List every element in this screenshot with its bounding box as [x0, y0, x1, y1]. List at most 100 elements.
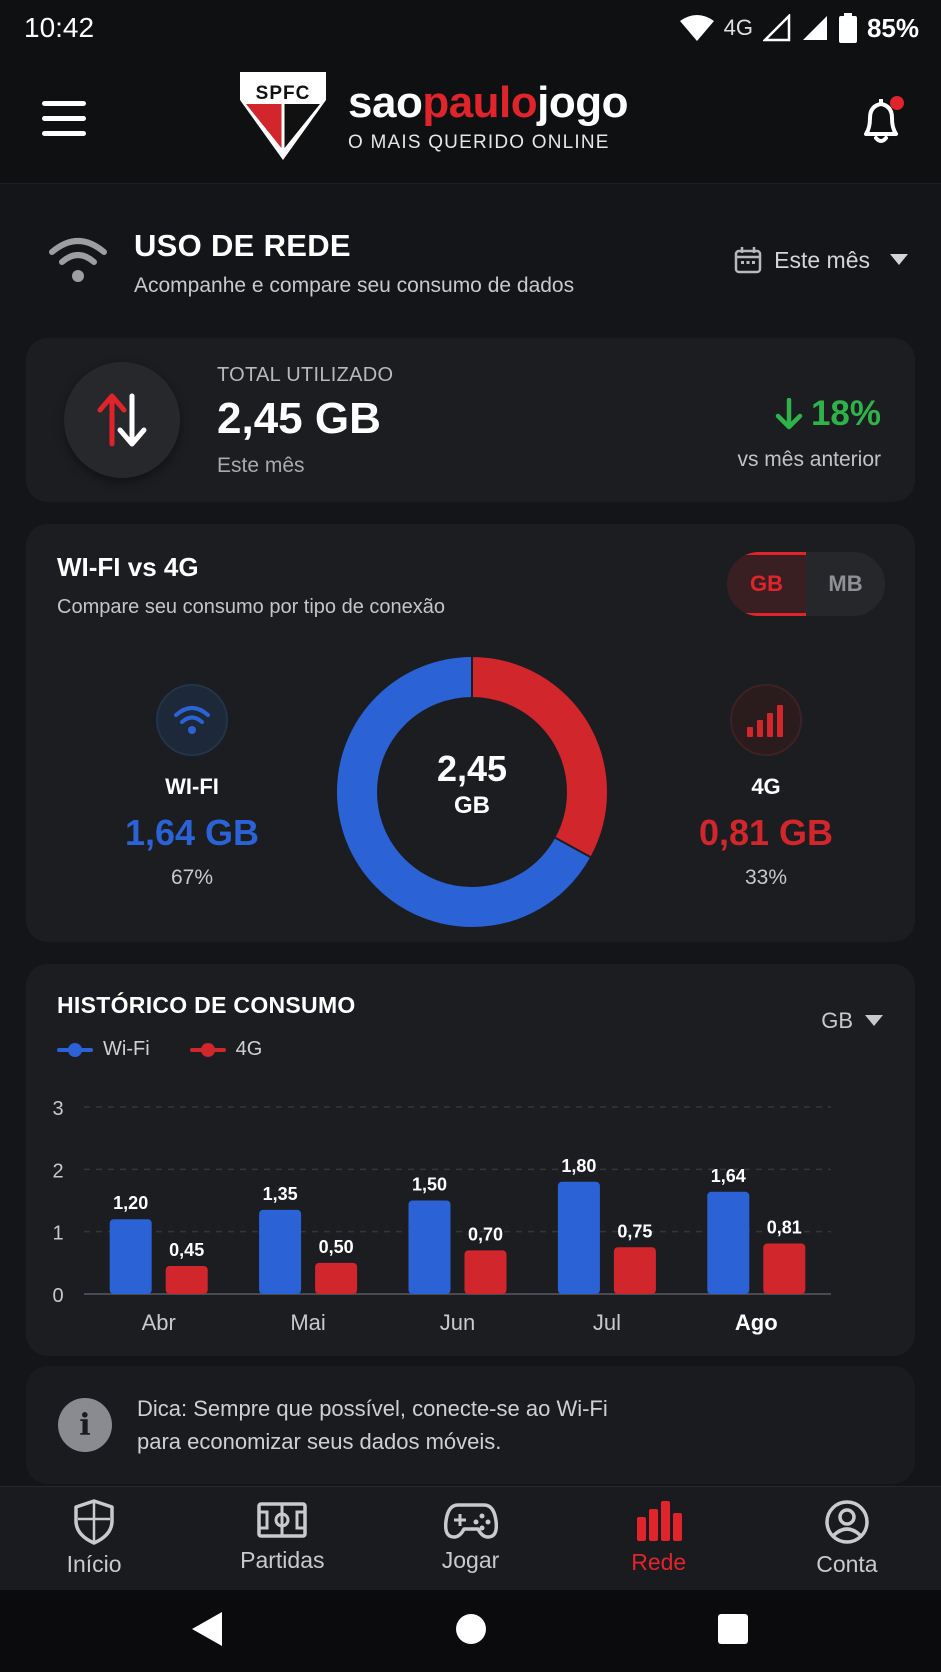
battery-level: 85%: [866, 12, 919, 43]
bar-4g-ago: [763, 1243, 806, 1294]
nav-item-rede[interactable]: Rede: [565, 1487, 753, 1590]
history-bar-chart: 0 1 2 3 1,20 0,45 Abr 1,35 0,50 Mai 1,50 0,70 Jun 1,8…: [52, 1098, 831, 1335]
bar-value-label: 0,81: [767, 1218, 802, 1238]
total-label: TOTAL UTILIZADO: [217, 364, 394, 386]
x-tick-label: Ago: [735, 1310, 778, 1335]
user-icon: [825, 1500, 869, 1544]
unit-option-mb[interactable]: MB: [806, 552, 885, 616]
y-tick-label: 1: [52, 1223, 63, 1245]
x-tick-label: Jun: [440, 1310, 475, 1335]
history-card: HISTÓRICO DE CONSUMO GB Wi-Fi 4G 0 1 2 3 1,2…: [26, 964, 915, 1356]
period-select[interactable]: Este mês: [734, 246, 908, 274]
wifi-vs-4g-card: WI-FI vs 4G Compare seu consumo por tipo…: [26, 524, 915, 942]
mobile-value: 0,81 GB: [698, 812, 834, 853]
mobile-summary: 4G 0,81 GB 33%: [646, 684, 886, 890]
wifi-value: 1,64 GB: [124, 812, 260, 853]
wifi-percent: 67%: [170, 866, 214, 889]
signal-status-icon-2: [802, 16, 827, 40]
change-value: 18%: [810, 394, 881, 433]
mobile-percent: 33%: [744, 866, 788, 889]
unit-toggle[interactable]: GB MB: [727, 552, 885, 616]
bar-wifi-mai: [259, 1209, 302, 1294]
bar-wifi-jul: [557, 1181, 600, 1294]
brand-logo[interactable]: SPFC saopaulojogo O MAIS QUERIDO ONLINE: [238, 70, 629, 162]
bar-value-label: 1,35: [263, 1184, 298, 1204]
page-subtitle: Acompanhe e compare seu consumo de dados: [134, 274, 575, 297]
bar-value-label: 1,50: [412, 1175, 447, 1195]
spfc-crest-icon: SPFC: [240, 72, 326, 160]
tip-line-2: para economizar seus dados móveis.: [137, 1429, 502, 1454]
bar-chart-icon: [636, 1501, 682, 1541]
status-icons: 4G 85%: [679, 12, 919, 44]
change-indicator: 18%: [775, 394, 881, 434]
nav-item-jogar[interactable]: Jogar: [376, 1487, 564, 1590]
bar-wifi-ago: [707, 1191, 750, 1294]
bar-4g-jun: [464, 1250, 507, 1294]
compare-title: WI-FI vs 4G: [57, 552, 199, 582]
nav-label-rede: Rede: [631, 1549, 687, 1575]
back-icon[interactable]: [190, 1610, 224, 1648]
bar-4g-mai: [315, 1262, 358, 1294]
network-type: 4G: [723, 15, 753, 40]
transfer-arrows-icon: [97, 393, 147, 447]
recents-icon[interactable]: [716, 1612, 750, 1646]
signal-bars-icon: [747, 705, 783, 737]
gamepad-icon: [443, 1503, 498, 1539]
status-time: 10:42: [24, 12, 95, 43]
nav-item-conta[interactable]: Conta: [753, 1487, 941, 1590]
wifi-status-icon: [679, 15, 714, 41]
bar-value-label: 0,45: [169, 1240, 204, 1260]
total-period: Este mês: [217, 454, 305, 477]
tip-line-1: Dica: Sempre que possível, conecte-se ao…: [137, 1396, 608, 1421]
network-usage-header: USO DE REDE Acompanhe e compare seu cons…: [48, 210, 908, 310]
info-icon: i: [58, 1398, 112, 1452]
bar-value-label: 1,20: [113, 1193, 148, 1213]
caret-down-icon: [890, 254, 908, 265]
bottom-nav: Início Partidas Jogar Rede Conta: [0, 1486, 941, 1590]
nav-item-inicio[interactable]: Início: [0, 1487, 188, 1590]
wifi-label: WI-FI: [165, 774, 219, 799]
brand-text: saopaulojogo O MAIS QUERIDO ONLINE: [348, 70, 629, 154]
total-usage-card: TOTAL UTILIZADO 2,45 GB Este mês 18% vs …: [26, 338, 915, 502]
nav-item-partidas[interactable]: Partidas: [188, 1487, 376, 1590]
crest-text: SPFC: [256, 83, 311, 104]
bar-4g-abr: [165, 1265, 208, 1294]
donut-total-unit: GB: [454, 792, 490, 819]
y-tick-label: 2: [52, 1160, 63, 1182]
bar-4g-jul: [613, 1247, 656, 1294]
tip-text: Dica: Sempre que possível, conecte-se ao…: [137, 1392, 697, 1458]
page-title: USO DE REDE: [134, 228, 351, 263]
status-bar: 10:42 4G 85%: [0, 0, 941, 56]
field-icon: [257, 1502, 308, 1538]
home-icon[interactable]: [454, 1612, 488, 1646]
bar-value-label: 0,70: [468, 1224, 503, 1244]
wifi-summary: WI-FI 1,64 GB 67%: [72, 684, 312, 890]
signal-status-icon: [762, 14, 791, 42]
transfer-icon-wrap: [64, 362, 180, 478]
nav-label-conta: Conta: [816, 1551, 878, 1577]
brand-tagline: O MAIS QUERIDO ONLINE: [348, 132, 610, 153]
notification-button[interactable]: [858, 96, 906, 150]
shield-icon: [74, 1499, 114, 1545]
bar-wifi-jun: [408, 1200, 451, 1294]
total-value: 2,45 GB: [217, 394, 381, 443]
x-tick-label: Jul: [593, 1310, 621, 1335]
system-nav-bar: [0, 1590, 941, 1672]
calendar-icon: [734, 247, 762, 274]
menu-button[interactable]: [42, 101, 88, 137]
nav-label-partidas: Partidas: [240, 1547, 325, 1573]
y-tick-label: 3: [52, 1098, 63, 1120]
bar-value-label: 1,80: [561, 1156, 596, 1176]
mobile-badge: [730, 684, 802, 756]
mobile-label: 4G: [751, 774, 781, 799]
wifi-icon: [49, 238, 107, 282]
x-tick-label: Abr: [142, 1310, 176, 1335]
brand-name: saopaulojogo: [348, 78, 629, 127]
wifi-icon: [174, 706, 210, 734]
donut-total-value: 2,45: [436, 748, 508, 789]
app-header: SPFC saopaulojogo O MAIS QUERIDO ONLINE: [0, 56, 941, 184]
unit-option-gb[interactable]: GB: [727, 552, 806, 616]
bar-value-label: 1,64: [711, 1166, 746, 1186]
bar-wifi-abr: [109, 1219, 152, 1294]
donut-center: 2,45 GB: [332, 748, 612, 820]
